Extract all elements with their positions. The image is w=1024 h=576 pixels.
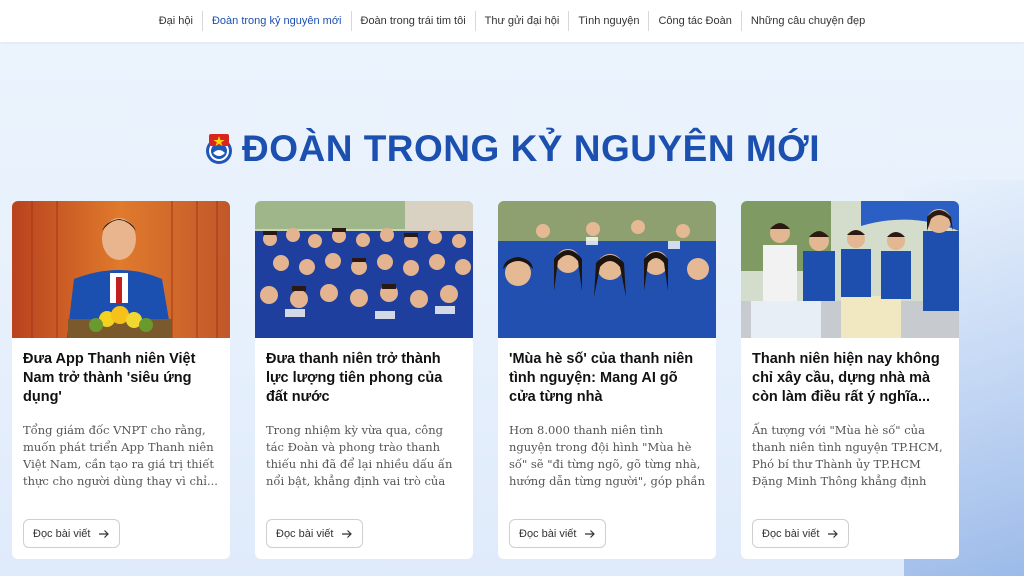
nav-item-doan-trong-trai-tim-toi[interactable]: Đoàn trong trái tim tôi: [352, 11, 476, 31]
read-article-button[interactable]: Đọc bài viết: [752, 519, 850, 548]
section-header: ĐOÀN TRONG KỶ NGUYÊN MỚI: [0, 128, 1024, 170]
article-title[interactable]: Đưa App Thanh niên Việt Nam trở thành 's…: [23, 350, 220, 408]
nav-item-tinh-nguyen[interactable]: Tình nguyện: [569, 11, 650, 31]
article-description: Ấn tượng với "Mùa hè số" của thanh niên …: [752, 423, 943, 488]
article-description: Trong nhiệm kỳ vừa qua, công tác Đoàn và…: [266, 423, 453, 488]
nav-item-thu-gui-dai-hoi[interactable]: Thư gửi đại hội: [476, 11, 570, 31]
section-title: ĐOÀN TRONG KỶ NGUYÊN MỚI: [241, 128, 821, 169]
article-card[interactable]: Đưa thanh niên trở thành lực lượng tiên …: [255, 201, 473, 559]
youth-union-emblem-icon: [204, 132, 234, 166]
read-article-label: Đọc bài viết: [519, 527, 577, 540]
nav-item-doan-trong-ky-nguyen-moi[interactable]: Đoàn trong kỷ nguyên mới: [203, 11, 352, 31]
arrow-right-icon: [828, 529, 839, 538]
top-navigation: Đại hội Đoàn trong kỷ nguyên mới Đoàn tr…: [0, 0, 1024, 42]
article-cards: Đưa App Thanh niên Việt Nam trở thành 's…: [12, 201, 1012, 561]
arrow-right-icon: [342, 529, 353, 538]
arrow-right-icon: [99, 529, 110, 538]
read-article-label: Đọc bài viết: [762, 527, 820, 540]
read-article-button[interactable]: Đọc bài viết: [509, 519, 607, 548]
article-image[interactable]: [255, 201, 473, 338]
article-image[interactable]: [12, 201, 230, 338]
read-article-label: Đọc bài viết: [33, 527, 91, 540]
article-title[interactable]: Đưa thanh niên trở thành lực lượng tiên …: [266, 350, 463, 408]
article-image[interactable]: [741, 201, 959, 338]
article-card[interactable]: Thanh niên hiện nay không chỉ xây cầu, d…: [741, 201, 959, 559]
article-card[interactable]: 'Mùa hè số' của thanh niên tình nguyện: …: [498, 201, 716, 559]
article-card[interactable]: Đưa App Thanh niên Việt Nam trở thành 's…: [12, 201, 230, 559]
read-article-button[interactable]: Đọc bài viết: [23, 519, 121, 548]
article-image[interactable]: [498, 201, 716, 338]
article-title[interactable]: 'Mùa hè số' của thanh niên tình nguyện: …: [509, 350, 706, 408]
nav-item-nhung-cau-chuyen-dep[interactable]: Những câu chuyện đẹp: [742, 11, 874, 31]
nav-item-cong-tac-doan[interactable]: Công tác Đoàn: [649, 11, 742, 31]
article-description: Hơn 8.000 thanh niên tình nguyện trong đ…: [509, 423, 705, 488]
article-title[interactable]: Thanh niên hiện nay không chỉ xây cầu, d…: [752, 350, 949, 408]
read-article-button[interactable]: Đọc bài viết: [266, 519, 364, 548]
read-article-label: Đọc bài viết: [276, 527, 334, 540]
nav-item-dai-hoi[interactable]: Đại hội: [150, 11, 203, 31]
arrow-right-icon: [585, 529, 596, 538]
article-description: Tổng giám đốc VNPT cho rằng, muốn phát t…: [23, 423, 218, 488]
